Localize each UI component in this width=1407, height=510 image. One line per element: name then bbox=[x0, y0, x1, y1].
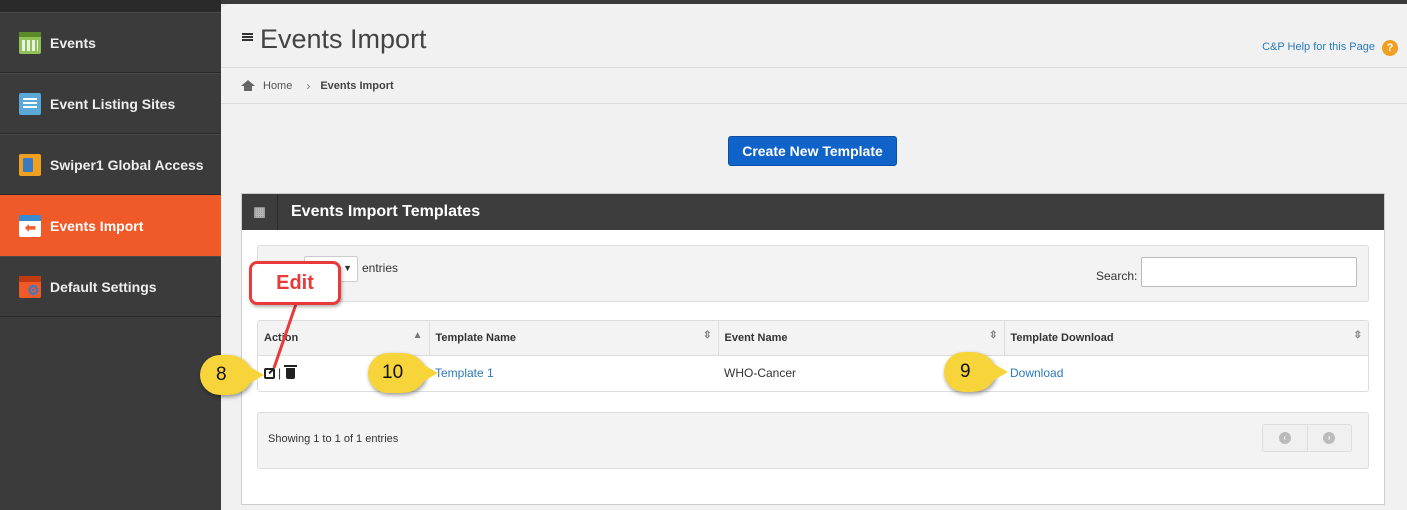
sidebar-item-label: Events Import bbox=[50, 217, 144, 234]
page-header: Events Import C&P Help for this Page ? bbox=[221, 4, 1407, 68]
table-footer: Showing 1 to 1 of 1 entries ‹ › bbox=[257, 412, 1369, 469]
page-title: Events Import bbox=[260, 24, 427, 54]
sidebar-item-event-listing-sites[interactable]: Event Listing Sites bbox=[0, 73, 221, 134]
trash-icon[interactable] bbox=[284, 364, 298, 379]
template-name-link[interactable]: Template 1 bbox=[435, 366, 494, 380]
step-badge-8: 8 bbox=[200, 355, 264, 395]
calendar-settings-icon bbox=[19, 275, 41, 298]
main-inner: Events Import C&P Help for this Page ? H… bbox=[221, 4, 1407, 510]
panel-title: Events Import Templates bbox=[291, 203, 481, 220]
table-info: Showing 1 to 1 of 1 entries bbox=[268, 433, 399, 445]
sidebar-item-label: Event Listing Sites bbox=[50, 95, 176, 112]
sort-icon: ⇳ bbox=[1353, 330, 1362, 341]
column-label: Action bbox=[264, 331, 299, 344]
templates-panel: ▦ Events Import Templates ▼ entries Sear… bbox=[241, 193, 1385, 505]
edit-callout: Edit bbox=[249, 261, 341, 305]
home-icon bbox=[241, 80, 255, 91]
column-label: Template Download bbox=[1010, 331, 1114, 344]
list-icon bbox=[242, 33, 253, 42]
pagination: ‹ › bbox=[1262, 424, 1352, 452]
sidebar-item-events-import[interactable]: Events Import bbox=[0, 195, 221, 256]
sidebar-item-events[interactable]: Events bbox=[0, 12, 221, 73]
breadcrumb-home[interactable]: Home bbox=[263, 80, 292, 92]
search-input[interactable] bbox=[1141, 257, 1357, 287]
sidebar-item-default-settings[interactable]: Default Settings bbox=[0, 256, 221, 317]
template-name-cell: Template 1 bbox=[429, 355, 718, 391]
sidebar: Events Event Listing Sites Swiper1 Globa… bbox=[0, 0, 221, 510]
edit-icon[interactable] bbox=[264, 367, 275, 379]
step-badge-10: 10 bbox=[368, 353, 438, 393]
panel-header: ▦ Events Import Templates bbox=[242, 194, 1384, 230]
next-page-button[interactable]: › bbox=[1308, 425, 1352, 451]
entries-label: entries bbox=[362, 261, 399, 275]
sort-icon: ⇳ bbox=[989, 330, 998, 341]
download-link[interactable]: Download bbox=[1010, 366, 1063, 380]
main-content: Events Import C&P Help for this Page ? H… bbox=[221, 0, 1407, 510]
sidebar-top-bar bbox=[0, 0, 221, 12]
column-label: Event Name bbox=[724, 331, 788, 344]
dropdown-arrow-icon: ▼ bbox=[343, 263, 352, 273]
search-label: Search: bbox=[1096, 269, 1138, 283]
chevron-left-icon: ‹ bbox=[1278, 432, 1291, 444]
column-label: Template Name bbox=[435, 331, 517, 344]
column-header-event-name[interactable]: Event Name ⇳ bbox=[718, 321, 1005, 356]
action-divider: | bbox=[278, 366, 282, 381]
sidebar-item-label: Events bbox=[50, 34, 96, 51]
breadcrumb: Home › Events Import bbox=[221, 68, 1407, 104]
help-link[interactable]: C&P Help for this Page bbox=[1262, 41, 1375, 53]
sort-icon: ⇳ bbox=[703, 330, 712, 341]
document-list-icon bbox=[19, 92, 41, 115]
grid-icon: ▦ bbox=[242, 194, 278, 230]
breadcrumb-current: Events Import bbox=[320, 79, 394, 92]
sidebar-item-label: Default Settings bbox=[50, 278, 157, 295]
calendar-icon bbox=[19, 31, 41, 54]
calendar-import-icon bbox=[19, 214, 41, 237]
help-icon[interactable]: ? bbox=[1382, 40, 1398, 56]
sort-asc-icon: ▲ bbox=[412, 330, 423, 341]
sidebar-item-label: Swiper1 Global Access bbox=[50, 156, 204, 173]
sidebar-item-swiper1-global-access[interactable]: Swiper1 Global Access bbox=[0, 134, 221, 195]
table-tools: ▼ entries Search: bbox=[257, 245, 1369, 302]
previous-page-button[interactable]: ‹ bbox=[1263, 425, 1308, 451]
download-cell: Download bbox=[1004, 355, 1368, 391]
create-new-template-button[interactable]: Create New Template bbox=[728, 136, 897, 166]
column-header-template-download[interactable]: Template Download ⇳ bbox=[1004, 321, 1368, 356]
chevron-right-icon: › bbox=[306, 78, 311, 93]
chevron-right-icon: › bbox=[1323, 432, 1336, 444]
device-icon bbox=[19, 153, 41, 176]
column-header-template-name[interactable]: Template Name ⇳ bbox=[429, 321, 719, 356]
step-badge-9: 9 bbox=[944, 352, 1008, 392]
column-header-action[interactable]: Action ▲ bbox=[258, 321, 430, 356]
